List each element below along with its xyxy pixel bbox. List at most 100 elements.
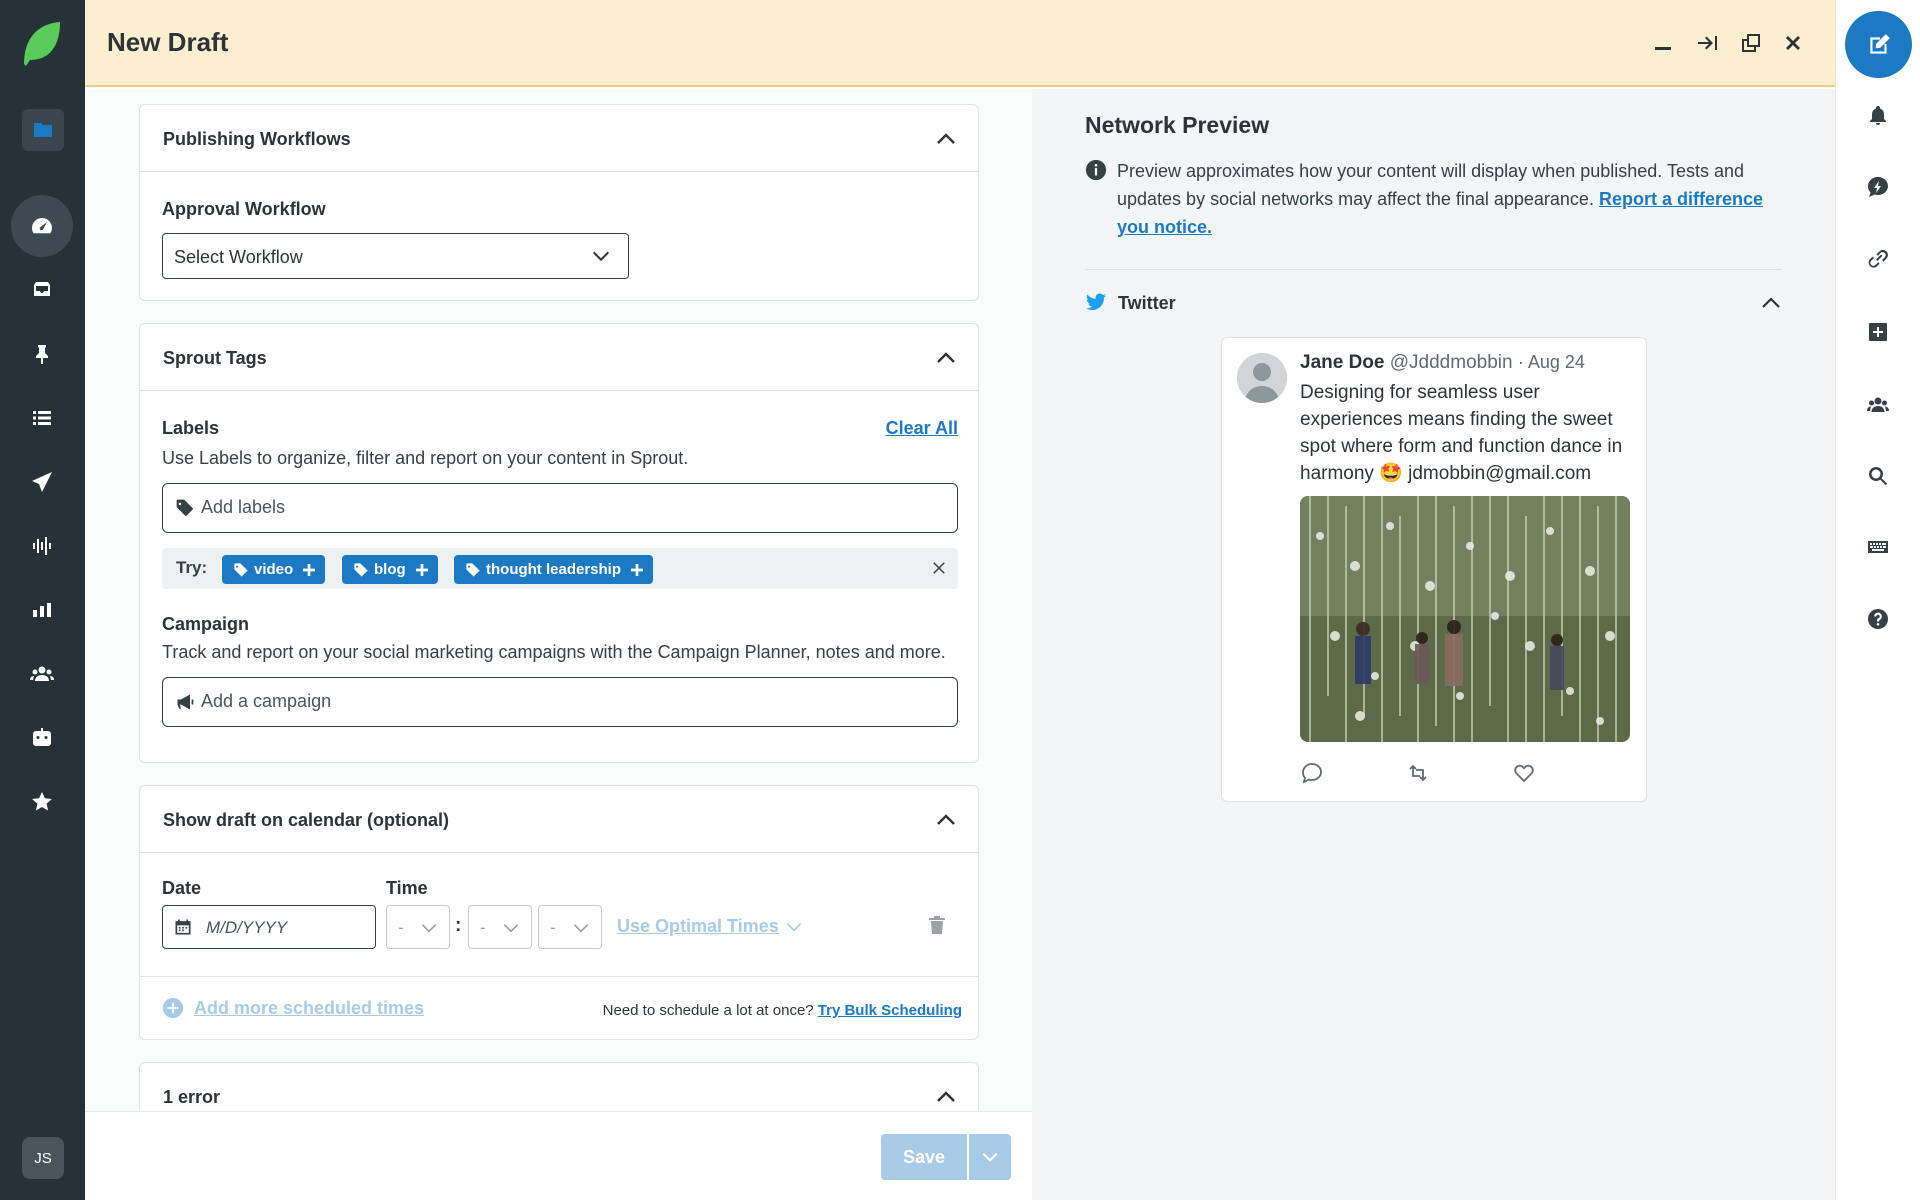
tag-icon: [353, 562, 369, 578]
dashboard-icon[interactable]: [11, 195, 73, 257]
calendar-title: Show draft on calendar (optional): [163, 810, 450, 830]
dismiss-suggestions-icon[interactable]: [930, 559, 948, 577]
people-icon[interactable]: [11, 643, 73, 705]
tweet-date: · Aug 24: [1517, 352, 1585, 372]
inbox-icon[interactable]: [11, 259, 73, 321]
tweet-image: [1300, 496, 1630, 742]
chevron-up-icon[interactable]: [1759, 291, 1783, 315]
divider: [140, 976, 978, 977]
add-icon[interactable]: [1864, 318, 1892, 346]
tweet-handle: @Jdddmobbin: [1389, 352, 1513, 373]
draft-header: New Draft: [85, 0, 1835, 87]
chevron-up-icon[interactable]: [934, 127, 958, 151]
close-icon[interactable]: [1778, 28, 1808, 58]
chevron-down-icon: [571, 918, 591, 938]
preview-info-text: Preview approximates how your content wi…: [1117, 157, 1797, 241]
plus-icon: [301, 562, 317, 578]
minute-select[interactable]: -: [468, 905, 532, 949]
page-title: New Draft: [107, 27, 229, 57]
calendar-icon: [173, 917, 193, 937]
suggestion-chip-video[interactable]: video: [222, 555, 326, 584]
chevron-down-icon: [590, 245, 612, 267]
list-icon[interactable]: [11, 387, 73, 449]
megaphone-icon: [175, 692, 195, 712]
user-avatar[interactable]: JS: [22, 1137, 64, 1179]
errors-header[interactable]: 1 error: [140, 1063, 978, 1111]
info-icon: [1085, 159, 1107, 181]
chevron-up-icon[interactable]: [934, 808, 958, 832]
folder-icon[interactable]: [22, 109, 64, 151]
compose-button[interactable]: [1845, 11, 1912, 78]
chevron-down-icon: [501, 918, 521, 938]
team-icon[interactable]: [1864, 390, 1892, 418]
add-scheduled-times-button[interactable]: Add more scheduled times: [162, 997, 424, 1019]
calendar-panel: Show draft on calendar (optional) Date T…: [139, 785, 979, 1040]
add-scheduled-times-label: Add more scheduled times: [194, 997, 425, 1018]
bot-icon[interactable]: [11, 707, 73, 769]
search-icon[interactable]: [1864, 462, 1892, 490]
approval-workflow-label: Approval Workflow: [162, 199, 326, 219]
suggestion-chip-blog[interactable]: blog: [342, 555, 438, 584]
listening-icon[interactable]: [11, 515, 73, 577]
suggestion-label: thought leadership: [486, 561, 621, 578]
campaign-field[interactable]: [162, 677, 958, 727]
minimize-icon[interactable]: [1648, 28, 1678, 58]
campaign-input[interactable]: [201, 678, 941, 725]
popout-icon[interactable]: [1736, 28, 1766, 58]
bulk-scheduling-link[interactable]: Try Bulk Scheduling: [818, 1002, 962, 1019]
workflow-select[interactable]: Select Workflow: [162, 233, 629, 279]
help-icon[interactable]: [1864, 605, 1892, 633]
workflow-select-value: Select Workflow: [174, 247, 303, 267]
clear-all-link[interactable]: Clear All: [886, 418, 958, 439]
calendar-header[interactable]: Show draft on calendar (optional): [140, 786, 978, 853]
sprout-tags-panel: Sprout Tags Labels Clear All Use Labels …: [139, 323, 979, 763]
campaign-label: Campaign: [162, 614, 250, 634]
send-icon[interactable]: [11, 451, 73, 513]
activity-icon[interactable]: [1864, 173, 1892, 201]
labels-field[interactable]: [162, 483, 958, 533]
keyboard-icon[interactable]: [1864, 533, 1892, 561]
labels-input[interactable]: [201, 484, 941, 531]
reports-icon[interactable]: [11, 579, 73, 641]
collapse-right-icon[interactable]: [1692, 28, 1722, 58]
tag-icon: [233, 562, 249, 578]
star-icon[interactable]: [11, 771, 73, 833]
sprout-tags-header[interactable]: Sprout Tags: [140, 324, 978, 391]
date-field[interactable]: M/D/YYYY: [162, 905, 376, 949]
ampm-select[interactable]: -: [538, 905, 602, 949]
sprout-logo[interactable]: [22, 20, 62, 66]
labels-help-text: Use Labels to organize, filter and repor…: [162, 448, 689, 468]
hour-select[interactable]: -: [386, 905, 450, 949]
trash-icon[interactable]: [925, 913, 949, 937]
link-icon[interactable]: [1864, 245, 1892, 273]
chevron-down-icon: [419, 918, 439, 938]
add-circle-icon: [162, 997, 184, 1019]
publishing-workflows-title: Publishing Workflows: [163, 129, 351, 149]
chevron-up-icon[interactable]: [934, 1085, 958, 1109]
pin-icon[interactable]: [11, 323, 73, 385]
like-icon[interactable]: [1512, 761, 1536, 785]
reply-icon[interactable]: [1300, 761, 1324, 785]
date-label: Date: [162, 878, 202, 898]
date-placeholder: M/D/YYYY: [206, 918, 288, 937]
save-button[interactable]: Save: [881, 1134, 967, 1180]
publishing-workflows-header[interactable]: Publishing Workflows: [140, 105, 978, 172]
minute-value: -: [480, 918, 486, 937]
time-separator: :: [455, 915, 462, 936]
chevron-up-icon[interactable]: [934, 346, 958, 370]
optimal-times-link[interactable]: Use Optimal Times: [617, 916, 804, 937]
tweet-card: Jane Doe @Jdddmobbin · Aug 24 Designing …: [1221, 337, 1647, 802]
twitter-section-label: Twitter: [1118, 293, 1176, 313]
network-preview-title: Network Preview: [1085, 112, 1270, 138]
suggestion-chip-thought-leadership[interactable]: thought leadership: [454, 555, 653, 584]
draft-form: Publishing Workflows Approval Workflow S…: [85, 89, 1032, 1111]
tag-icon: [465, 562, 481, 578]
avatar: [1237, 353, 1287, 403]
plus-icon: [629, 562, 645, 578]
suggestion-label: blog: [374, 561, 406, 578]
retweet-icon[interactable]: [1406, 761, 1430, 785]
save-bar: Save: [85, 1111, 1032, 1200]
save-options-button[interactable]: [969, 1134, 1011, 1180]
bell-icon[interactable]: [1864, 102, 1892, 130]
try-label: Try:: [176, 558, 208, 577]
